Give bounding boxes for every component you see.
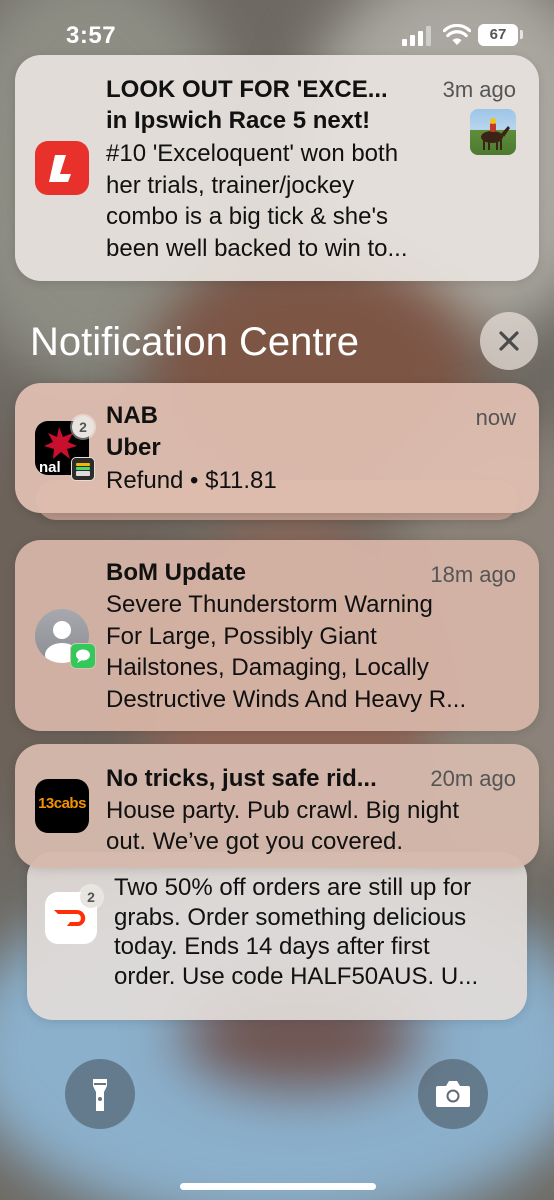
notification-body-line: Hailstones, Damaging, Locally xyxy=(106,654,429,681)
notification-body-line: #10 'Exceloquent' won both xyxy=(106,140,399,167)
ladbrokes-icon xyxy=(35,141,89,195)
notification-body-line: Refund • $11.81 xyxy=(106,467,277,494)
notification-body-line: her trials, trainer/jockey xyxy=(106,171,355,199)
notification-body-line: House party. Pub crawl. Big night xyxy=(106,797,460,824)
pinned-notification[interactable]: LOOK OUT FOR 'EXCE... in Ipswich Race 5 … xyxy=(15,55,539,281)
wallet-icon xyxy=(71,457,95,481)
camera-icon xyxy=(436,1081,470,1107)
13cabs-icon: 13cabs xyxy=(35,779,89,833)
status-time: 3:57 xyxy=(66,22,117,49)
clear-notifications-button[interactable] xyxy=(480,312,538,370)
flashlight-button[interactable] xyxy=(65,1059,135,1129)
messages-icon xyxy=(70,643,96,669)
battery-nub xyxy=(520,30,523,39)
notification-count-badge: 2 xyxy=(72,416,94,438)
notification-body-line: order. Use code HALF50AUS. U... xyxy=(114,962,479,990)
13cabs-icon-text: 13cabs xyxy=(38,795,86,812)
notification-body-line: combo is a big tick & she's xyxy=(106,203,389,230)
notification-title: LOOK OUT FOR 'EXCE... xyxy=(106,76,388,103)
notification-count-badge: 2 xyxy=(80,886,102,908)
notification-time: 18m ago xyxy=(430,562,516,587)
camera-button[interactable] xyxy=(418,1059,488,1129)
flashlight-icon xyxy=(93,1079,107,1111)
notification-title: No tricks, just safe rid... xyxy=(106,765,377,792)
close-icon xyxy=(499,331,519,351)
notification-time: 20m ago xyxy=(430,766,516,791)
notification-body-line: Destructive Winds And Heavy R... xyxy=(106,685,467,713)
home-indicator[interactable] xyxy=(180,1183,376,1190)
notification-body-line: grabs. Order something delicious xyxy=(114,903,467,931)
notification-bom[interactable]: BoM Update 18m ago Severe Thunderstorm W… xyxy=(15,540,539,731)
notification-nab[interactable]: nal 2 NAB Uber now Refund • $11.81 xyxy=(15,383,539,513)
notification-centre-title: Notification Centre xyxy=(30,320,360,364)
battery-indicator: 67 xyxy=(478,24,518,46)
notification-time: 3m ago xyxy=(442,77,516,102)
notification-title: BoM Update xyxy=(106,559,246,586)
horse-racing-thumbnail xyxy=(470,109,516,155)
notification-time: now xyxy=(475,405,516,430)
notification-body-line: been well backed to win to... xyxy=(106,234,408,262)
svg-text:nal: nal xyxy=(39,459,61,475)
notification-13cabs[interactable]: 13cabs No tricks, just safe rid... 20m a… xyxy=(15,744,539,868)
notification-body-line: out. We’ve got you covered. xyxy=(106,828,404,855)
notification-doordash[interactable]: 2 Two 50% off orders are still up for gr… xyxy=(27,852,527,1020)
wifi-icon xyxy=(443,24,471,45)
notification-body-line: For Large, Possibly Giant xyxy=(106,622,377,650)
notification-body-line: Severe Thunderstorm Warning xyxy=(106,591,433,618)
notification-title: Uber xyxy=(106,434,161,461)
notification-subtitle: in Ipswich Race 5 next! xyxy=(106,107,371,134)
notification-body-line: Two 50% off orders are still up for xyxy=(114,874,472,901)
cellular-signal-icon xyxy=(402,26,431,46)
notification-app-name: NAB xyxy=(106,402,158,429)
notification-body-line: today. Ends 14 days after first xyxy=(114,933,430,960)
